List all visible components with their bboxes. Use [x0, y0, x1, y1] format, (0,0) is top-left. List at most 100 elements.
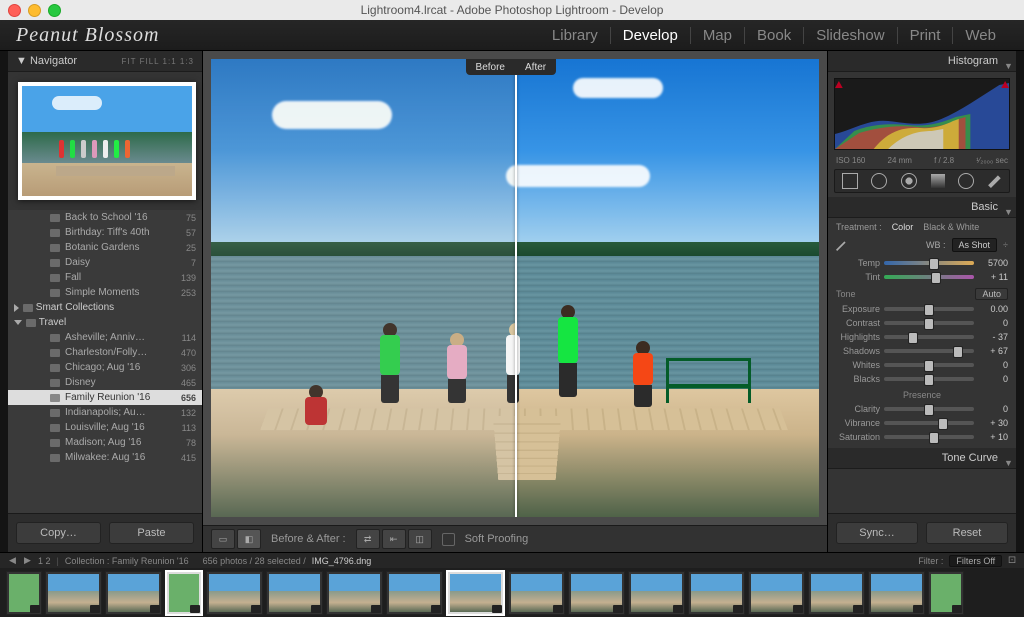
tool-strip: [834, 169, 1010, 193]
filmstrip-thumb[interactable]: [206, 571, 263, 615]
navigator-zoom[interactable]: FIT FILL 1:1 1:3: [122, 57, 194, 66]
image-canvas[interactable]: Before: [211, 59, 819, 517]
blacks-slider[interactable]: Blacks0: [836, 372, 1008, 386]
temp-slider[interactable]: Temp5700: [836, 256, 1008, 270]
module-library[interactable]: Library: [540, 27, 611, 44]
filmstrip-thumb[interactable]: [628, 571, 685, 615]
collection-row[interactable]: Fall139: [8, 270, 202, 285]
histogram[interactable]: [834, 78, 1010, 150]
collection-row[interactable]: Madison; Aug '1678: [8, 435, 202, 450]
shadows-slider[interactable]: Shadows+ 67: [836, 344, 1008, 358]
adjustment-brush-icon[interactable]: [988, 174, 1002, 188]
clarity-slider[interactable]: Clarity0: [836, 402, 1008, 416]
wb-eyedropper-icon[interactable]: [836, 239, 848, 251]
tint-slider[interactable]: Tint+ 11: [836, 270, 1008, 284]
exposure-slider[interactable]: Exposure0.00: [836, 302, 1008, 316]
filmstrip-back-icon[interactable]: ◀: [8, 556, 17, 565]
right-panel-grip[interactable]: [1016, 51, 1024, 552]
collection-row[interactable]: Louisville; Aug '16113: [8, 420, 202, 435]
highlights-slider[interactable]: Highlights- 37: [836, 330, 1008, 344]
filmstrip-thumb[interactable]: [688, 571, 745, 615]
smart-collections-group[interactable]: Smart Collections: [8, 300, 202, 315]
after-image: [515, 59, 819, 517]
module-map[interactable]: Map: [691, 27, 745, 44]
filmstrip-thumb[interactable]: [45, 571, 102, 615]
identity-plate[interactable]: Peanut Blossom: [16, 24, 159, 47]
vibrance-slider[interactable]: Vibrance+ 30: [836, 416, 1008, 430]
reset-button[interactable]: Reset: [926, 522, 1008, 544]
crop-tool-icon[interactable]: [842, 173, 858, 189]
filmstrip-thumbs[interactable]: [0, 568, 1024, 617]
redeye-tool-icon[interactable]: [901, 173, 917, 189]
contrast-slider[interactable]: Contrast0: [836, 316, 1008, 330]
soft-proofing-label: Soft Proofing: [465, 533, 529, 545]
module-develop[interactable]: Develop: [611, 27, 691, 44]
collection-row[interactable]: Family Reunion '16656: [8, 390, 202, 405]
filmstrip-thumb[interactable]: [6, 571, 42, 615]
basic-panel-header[interactable]: Basic▼: [828, 197, 1016, 218]
saturation-slider[interactable]: Saturation+ 10: [836, 430, 1008, 444]
auto-tone-button[interactable]: Auto: [975, 288, 1008, 300]
collection-row[interactable]: Charleston/Folly…470: [8, 345, 202, 360]
collection-row[interactable]: Back to School '1675: [8, 210, 202, 225]
whites-slider[interactable]: Whites0: [836, 358, 1008, 372]
filmstrip-thumb[interactable]: [446, 570, 505, 616]
treatment-bw[interactable]: Black & White: [923, 222, 979, 232]
collection-row[interactable]: Daisy7: [8, 255, 202, 270]
filmstrip-fwd-icon[interactable]: ▶: [23, 556, 32, 565]
module-slideshow[interactable]: Slideshow: [804, 27, 897, 44]
filmstrip-thumb[interactable]: [748, 571, 805, 615]
collection-row[interactable]: Birthday: Tiff's 40th57: [8, 225, 202, 240]
collection-row[interactable]: Disney465: [8, 375, 202, 390]
before-after-view-button[interactable]: ◧: [237, 529, 261, 549]
collection-row[interactable]: Indianapolis; Au…132: [8, 405, 202, 420]
copy-before-button[interactable]: ⇤: [382, 529, 406, 549]
presence-label: Presence: [903, 390, 941, 400]
filmstrip-thumb[interactable]: [568, 571, 625, 615]
filmstrip-thumb[interactable]: [105, 571, 162, 615]
spot-removal-icon[interactable]: [871, 173, 887, 189]
collection-row[interactable]: Simple Moments253: [8, 285, 202, 300]
collection-row[interactable]: Chicago; Aug '16306: [8, 360, 202, 375]
copy-button[interactable]: Copy…: [16, 522, 101, 544]
filmstrip-thumb[interactable]: [386, 571, 443, 615]
collection-row[interactable]: Asheville; Anniv…114: [8, 330, 202, 345]
filter-lock-icon[interactable]: ⚀: [1008, 555, 1016, 566]
swap-before-after-button[interactable]: ⇄: [356, 529, 380, 549]
filmstrip-thumb[interactable]: [808, 571, 865, 615]
loupe-view-button[interactable]: ▭: [211, 529, 235, 549]
paste-button[interactable]: Paste: [109, 522, 194, 544]
module-print[interactable]: Print: [898, 27, 954, 44]
filmstrip-thumb[interactable]: [868, 571, 925, 615]
sync-button[interactable]: Sync…: [836, 522, 918, 544]
filter-label: Filter :: [918, 556, 943, 566]
graduated-filter-icon[interactable]: [931, 174, 945, 188]
filmstrip-source[interactable]: Collection : Family Reunion '16: [65, 556, 189, 566]
travel-group[interactable]: Travel: [8, 315, 202, 330]
histogram-header[interactable]: Histogram▼: [828, 51, 1016, 72]
wb-preset-select[interactable]: As Shot: [952, 238, 998, 252]
filmstrip-thumb[interactable]: [508, 571, 565, 615]
navigator-preview[interactable]: [8, 72, 202, 210]
soft-proofing-checkbox[interactable]: [442, 533, 455, 546]
filmstrip-nav[interactable]: 1 2: [38, 556, 51, 566]
before-after-divider[interactable]: [515, 59, 517, 517]
collection-row[interactable]: Milwakee: Aug '16415: [8, 450, 202, 465]
radial-filter-icon[interactable]: [958, 173, 974, 189]
filmstrip: ◀ ▶ 1 2 | Collection : Family Reunion '1…: [0, 552, 1024, 617]
filmstrip-thumb[interactable]: [165, 570, 203, 616]
module-web[interactable]: Web: [953, 27, 1008, 44]
filmstrip-thumb[interactable]: [326, 571, 383, 615]
tone-curve-header[interactable]: Tone Curve▼: [828, 448, 1016, 469]
window-titlebar: Lightroom4.lrcat - Adobe Photoshop Light…: [0, 0, 1024, 20]
filmstrip-thumb[interactable]: [266, 571, 323, 615]
collection-row[interactable]: Botanic Gardens25: [8, 240, 202, 255]
navigator-header[interactable]: ▼ Navigator FIT FILL 1:1 1:3: [8, 51, 202, 72]
filter-preset-select[interactable]: Filters Off: [949, 555, 1002, 567]
left-panel-grip[interactable]: [0, 51, 8, 552]
treatment-color[interactable]: Color: [892, 222, 914, 232]
module-book[interactable]: Book: [745, 27, 804, 44]
copy-after-button[interactable]: ◫: [408, 529, 432, 549]
left-panel-footer: Copy… Paste: [8, 513, 202, 552]
filmstrip-thumb[interactable]: [928, 571, 964, 615]
